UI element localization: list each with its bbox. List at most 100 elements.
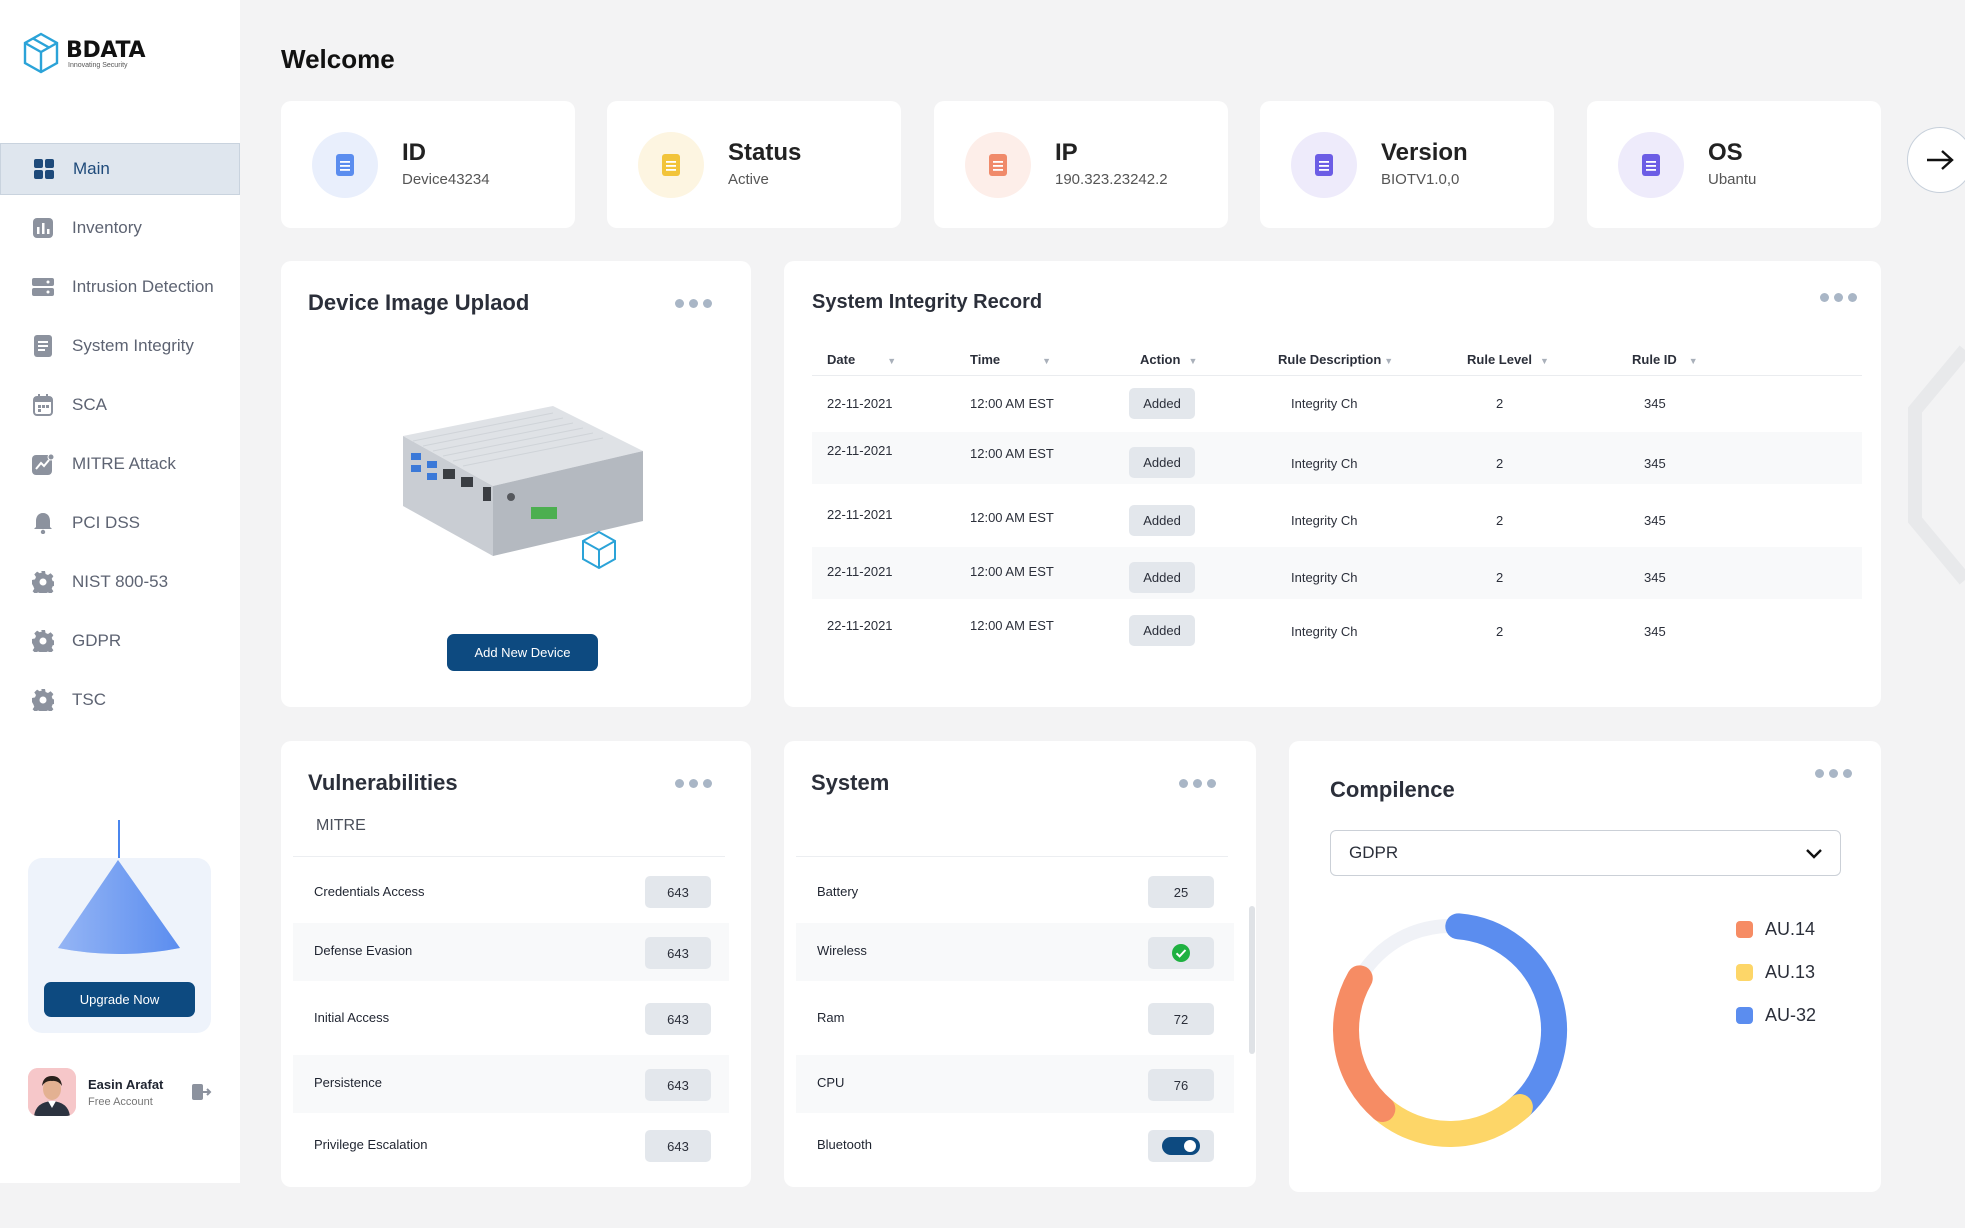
system-card: System Battery 25 Wireless Ram 72 CPU 76…	[784, 741, 1256, 1187]
list-item-label: Persistence	[314, 1075, 382, 1090]
cell-time: 12:00 AM EST	[970, 564, 1054, 579]
stat-title: ID	[402, 139, 426, 166]
more-options-icon[interactable]	[675, 299, 712, 308]
list-item[interactable]: Credentials Access 643	[293, 864, 729, 922]
more-options-icon[interactable]	[1179, 779, 1216, 788]
sidebar-item-label: Main	[73, 159, 110, 178]
table-row[interactable]: 22-11-2021 12:00 AM EST Added Integrity …	[812, 491, 1862, 543]
list-item-label: Defense Evasion	[314, 943, 413, 958]
column-header-rule-level[interactable]: Rule Level ▼	[1467, 352, 1549, 367]
table-row[interactable]: 22-11-2021 12:00 AM EST Added Integrity …	[812, 432, 1862, 484]
donut-segment-au-14[interactable]	[1333, 965, 1396, 1122]
sidebar-item-gdpr[interactable]: GDPR	[0, 615, 240, 667]
grid-icon	[33, 158, 55, 180]
column-header-time[interactable]: Time ▼	[970, 352, 1051, 367]
cell-rule-description: Integrity Ch	[1291, 456, 1358, 471]
user-profile[interactable]: Easin Arafat Free Account	[28, 1068, 212, 1116]
sidebar-item-main[interactable]: Main	[0, 143, 240, 195]
cell-date: 22-11-2021	[827, 507, 893, 522]
sidebar-item-label: TSC	[72, 690, 106, 709]
more-options-icon[interactable]	[675, 779, 712, 788]
sidebar-item-label: SCA	[72, 395, 107, 414]
list-item[interactable]: Ram 72	[796, 990, 1234, 1048]
cell-time: 12:00 AM EST	[970, 446, 1054, 461]
sidebar-item-tsc[interactable]: TSC	[0, 674, 240, 726]
sidebar-item-sca[interactable]: SCA	[0, 379, 240, 431]
stat-card-version: Version BIOTV1.0,0	[1260, 101, 1554, 228]
table-row[interactable]: 22-11-2021 12:00 AM EST Added Integrity …	[812, 606, 1862, 658]
user-name: Easin Arafat	[88, 1076, 164, 1092]
stat-icon-circle	[1618, 132, 1684, 198]
cell-date: 22-11-2021	[827, 396, 893, 411]
brand-logo[interactable]: BDATA Innovating Security	[22, 32, 145, 76]
upgrade-now-button[interactable]: Upgrade Now	[44, 982, 195, 1017]
calendar-icon	[32, 394, 54, 416]
scrollbar[interactable]	[1249, 906, 1255, 1054]
arrow-right-icon	[1927, 150, 1954, 170]
list-item[interactable]: Privilege Escalation 643	[293, 1117, 729, 1175]
cell-date: 22-11-2021	[827, 564, 893, 579]
next-arrow-button[interactable]	[1907, 127, 1965, 193]
device-image-card: Device Image Uplaod Add New Device	[281, 261, 751, 707]
legend-item: AU.13	[1736, 962, 1815, 983]
cell-rule-level: 2	[1496, 570, 1504, 585]
stat-card-status: Status Active	[607, 101, 901, 228]
list-item[interactable]: Persistence 643	[293, 1055, 729, 1113]
list-item[interactable]: Wireless	[796, 923, 1234, 981]
document-icon	[662, 154, 680, 176]
list-item[interactable]: CPU 76	[796, 1055, 1234, 1113]
stat-icon-circle	[965, 132, 1031, 198]
cell-date: 22-11-2021	[827, 443, 893, 458]
column-label: Date	[827, 352, 856, 367]
stat-title: Version	[1381, 139, 1468, 166]
list-item[interactable]: Battery 25	[796, 864, 1234, 922]
user-avatar-icon	[28, 1068, 76, 1116]
column-header-rule-description[interactable]: Rule Description ▼	[1278, 352, 1393, 367]
cell-time: 12:00 AM EST	[970, 396, 1054, 411]
list-item[interactable]: Bluetooth	[796, 1117, 1234, 1175]
list-item[interactable]: Defense Evasion 643	[293, 923, 729, 981]
value-badge: 76	[1148, 1069, 1214, 1101]
cell-rule-level: 2	[1496, 624, 1504, 639]
bluetooth-toggle[interactable]	[1162, 1135, 1200, 1157]
sidebar-item-nist[interactable]: NIST 800-53	[0, 556, 240, 608]
sort-caret-icon: ▼	[1540, 356, 1549, 366]
cube-logo-icon	[23, 32, 59, 74]
stat-card-id: ID Device43234	[281, 101, 575, 228]
column-label: Rule Description	[1278, 352, 1382, 367]
sidebar-item-system-integrity[interactable]: System Integrity	[0, 320, 240, 372]
sidebar-item-label: GDPR	[72, 631, 122, 650]
document-icon	[32, 335, 54, 357]
list-item[interactable]: Initial Access 643	[293, 990, 729, 1048]
donut-segment-au-32[interactable]	[1445, 913, 1567, 1121]
list-item-label: Credentials Access	[314, 884, 425, 899]
card-title: System Integrity Record	[812, 291, 1043, 313]
donut-segment-au-13[interactable]	[1369, 1094, 1533, 1147]
column-header-rule-id[interactable]: Rule ID ▼	[1632, 352, 1698, 367]
sidebar-item-label: System Integrity	[72, 336, 194, 355]
more-options-icon[interactable]	[1820, 293, 1857, 302]
cell-time: 12:00 AM EST	[970, 618, 1054, 633]
stat-card-ip: IP 190.323.23242.2	[934, 101, 1228, 228]
legend-swatch	[1736, 1007, 1753, 1024]
column-header-date[interactable]: Date ▼	[827, 352, 896, 367]
table-row[interactable]: 22-11-2021 12:00 AM EST Added Integrity …	[812, 547, 1862, 599]
compliance-select[interactable]: GDPR	[1330, 830, 1841, 876]
legend-label: AU.14	[1765, 919, 1816, 939]
add-new-device-button[interactable]: Add New Device	[447, 634, 598, 671]
card-title: System	[811, 770, 890, 795]
trend-icon	[32, 453, 54, 475]
compliance-donut-chart	[1333, 913, 1567, 1147]
legend-label: AU.13	[1765, 962, 1816, 982]
sidebar-item-mitre-attack[interactable]: MITRE Attack	[0, 438, 240, 490]
watermark-cube-icon	[1908, 345, 1965, 585]
more-options-icon[interactable]	[1815, 769, 1852, 778]
sidebar-item-pci-dss[interactable]: PCI DSS	[0, 497, 240, 549]
sidebar-item-inventory[interactable]: Inventory	[0, 202, 240, 254]
sidebar-item-label: Inventory	[72, 218, 142, 237]
sidebar-item-intrusion-detection[interactable]: Intrusion Detection	[0, 261, 240, 313]
table-row[interactable]: 22-11-2021 12:00 AM EST Added Integrity …	[812, 377, 1862, 429]
logout-icon[interactable]	[190, 1081, 212, 1103]
column-label: Rule ID	[1632, 352, 1677, 367]
column-header-action[interactable]: Action ▼	[1140, 352, 1197, 367]
